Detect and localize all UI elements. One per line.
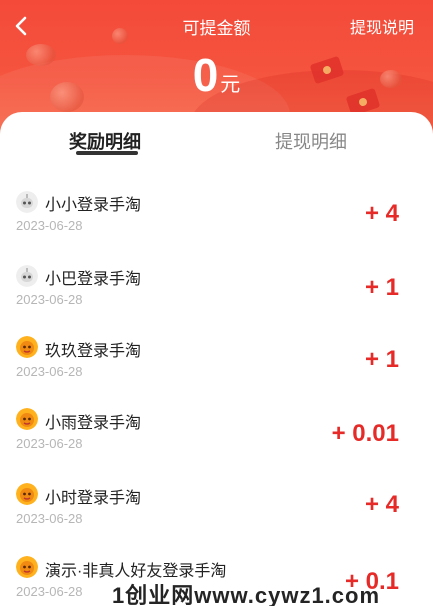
record-amount: + 4 [364,491,399,518]
amount-value: 0 [192,49,219,101]
robot-avatar-icon [16,191,38,213]
withdraw-explanation-link[interactable]: 提现说明 [350,14,414,38]
record-amount: + 4 [364,200,399,227]
record-date: 2023-06-28 [16,584,83,599]
record-title: 小巴登录手淘 [45,271,142,288]
record-date: 2023-06-28 [16,292,83,307]
record-amount: + 1 [364,274,399,301]
orange-creature-avatar-icon [16,408,38,430]
list-item: 小时登录手淘 2023-06-28 + 4 [0,483,433,556]
record-title: 小小登录手淘 [45,197,142,214]
withdrawable-amount: 0元 [0,48,433,102]
list-item: 小雨登录手淘 2023-06-28 + 0.01 [0,408,433,481]
tab-withdraw-details[interactable]: 提现明细 [275,128,347,154]
list-item: 小小登录手淘 2023-06-28 + 4 [0,188,433,261]
orange-creature-avatar-icon [16,556,38,578]
robot-avatar-icon [16,265,38,287]
record-title: 小时登录手淘 [45,490,142,507]
active-tab-indicator [76,151,138,155]
record-amount: + 1 [364,346,399,373]
orange-creature-avatar-icon [16,483,38,505]
record-date: 2023-06-28 [16,436,83,451]
record-date: 2023-06-28 [16,218,83,233]
list-item: 玖玖登录手淘 2023-06-28 + 1 [0,336,433,409]
list-item: 小巴登录手淘 2023-06-28 + 1 [0,262,433,335]
record-date: 2023-06-28 [16,511,83,526]
record-title: 小雨登录手淘 [45,415,142,432]
record-date: 2023-06-28 [16,364,83,379]
orange-creature-avatar-icon [16,336,38,358]
site-watermark: 1创业网www.cywz1.com [112,583,381,606]
amount-unit: 元 [220,74,241,96]
record-amount: + 0.01 [331,420,399,447]
record-title: 玖玖登录手淘 [45,343,142,360]
